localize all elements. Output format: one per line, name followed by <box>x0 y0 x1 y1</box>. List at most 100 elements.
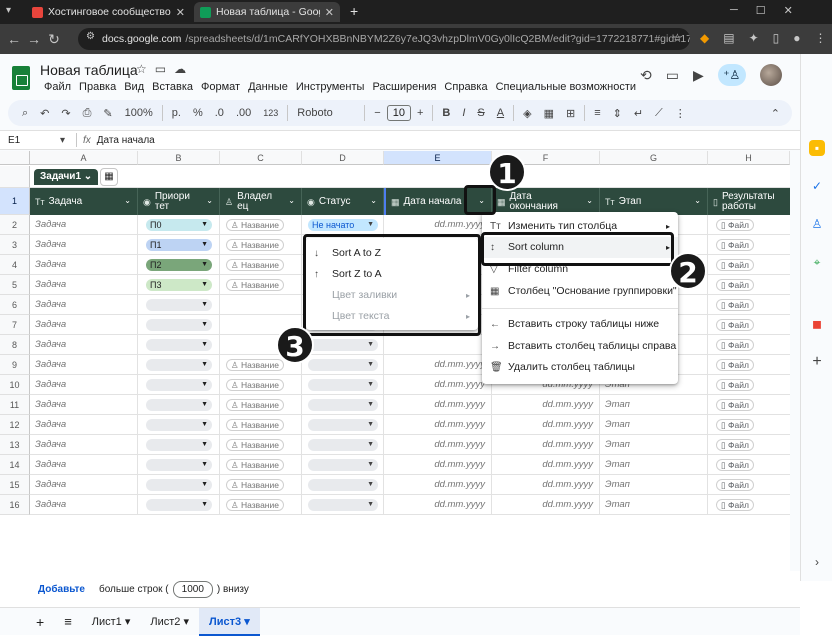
table-cell[interactable]: ▯ Файл <box>708 255 790 275</box>
row-header[interactable]: 15 <box>0 475 30 495</box>
table-cell[interactable]: dd.mm.yyyy <box>384 475 492 495</box>
table-cell[interactable]: ▯ Файл <box>708 295 790 315</box>
table-cell[interactable]: П1 ▼ <box>138 235 220 255</box>
owner-chip[interactable]: ♙ Название <box>226 219 284 231</box>
row-header[interactable]: 2 <box>0 215 30 235</box>
menu-tools[interactable]: Инструменты <box>292 81 369 93</box>
profile-icon[interactable]: ● <box>793 31 800 45</box>
column-head-task[interactable]: Тт Задача ⌄ <box>30 188 138 215</box>
table-cell[interactable]: Задача <box>30 415 138 435</box>
column-header-g[interactable]: G <box>600 151 708 165</box>
menu-accessibility[interactable]: Специальные возможности <box>492 81 640 93</box>
increase-decimal-button[interactable]: .00 <box>230 107 257 119</box>
row-header[interactable]: 11 <box>0 395 30 415</box>
status-chip[interactable]: ▼ <box>308 499 378 511</box>
table-cell[interactable]: Задача <box>30 475 138 495</box>
priority-chip[interactable]: ▼ <box>146 459 212 471</box>
owner-chip[interactable]: ♙ Название <box>226 479 284 491</box>
table-cell[interactable]: ▯ Файл <box>708 415 790 435</box>
column-head-results[interactable]: ▯ Результаты работы <box>708 188 790 215</box>
text-color-button[interactable]: A <box>491 107 510 119</box>
print-icon[interactable]: ⎙ <box>77 107 98 120</box>
table-cell[interactable]: ▼ <box>302 395 384 415</box>
table-cell[interactable]: dd.mm.yyyy <box>492 435 600 455</box>
fill-color-icon[interactable]: ◈ <box>517 107 537 120</box>
keep-icon[interactable]: ▪ <box>809 140 825 156</box>
office-addon-icon[interactable]: ◼ <box>809 316 825 332</box>
url-field[interactable]: ⚙ docs.google.com/spreadsheets/d/1mCARfY… <box>78 28 690 50</box>
avatar[interactable] <box>759 64 782 86</box>
table-cell[interactable]: ▼ <box>138 415 220 435</box>
table-cell[interactable] <box>220 295 302 315</box>
table-cell[interactable]: ▯ Файл <box>708 335 790 355</box>
extensions-puzzle-icon[interactable]: ✦ <box>749 31 759 45</box>
table-cell[interactable]: Этап <box>600 435 708 455</box>
chevron-down-icon[interactable]: ⌄ <box>288 196 295 206</box>
comments-icon[interactable]: ▭ <box>666 67 679 84</box>
table-cell[interactable]: ▯ Файл <box>708 455 790 475</box>
table-cell[interactable]: dd.mm.yyyy <box>384 355 492 375</box>
site-info-icon[interactable]: ⚙ <box>86 31 95 42</box>
chrome-menu-icon[interactable]: ⋮ <box>815 31 827 45</box>
sheet-tab-3[interactable]: Лист3 ▾ <box>199 607 260 636</box>
table-cell[interactable]: Задача <box>30 375 138 395</box>
column-header-e[interactable]: E <box>384 151 492 165</box>
table-cell[interactable]: ▼ <box>138 335 220 355</box>
zoom-select[interactable]: 100% <box>119 107 159 119</box>
table-cell[interactable]: ♙ Название <box>220 495 302 515</box>
text-wrap-icon[interactable]: ↵ <box>628 107 649 120</box>
sheet-tab-2[interactable]: Лист2 ▾ <box>140 608 199 636</box>
table-cell[interactable]: Задача <box>30 355 138 375</box>
table-cell[interactable]: ♙ Название <box>220 235 302 255</box>
file-chip[interactable]: ▯ Файл <box>716 419 754 431</box>
document-title[interactable]: Новая таблица <box>40 62 138 78</box>
table-cell[interactable]: ▼ <box>302 435 384 455</box>
table-cell[interactable]: ♙ Название <box>220 395 302 415</box>
table-cell[interactable]: ▼ <box>138 355 220 375</box>
minimize-icon[interactable]: ─ <box>730 4 738 17</box>
owner-chip[interactable]: ♙ Название <box>226 239 284 251</box>
menu-extensions[interactable]: Расширения <box>368 81 440 93</box>
column-head-stage[interactable]: Тт Этап ⌄ <box>600 188 708 215</box>
undo-icon[interactable]: ↶ <box>34 107 55 120</box>
table-cell[interactable]: dd.mm.yyyy <box>492 415 600 435</box>
table-cell[interactable]: ♙ Название <box>220 255 302 275</box>
table-cell[interactable]: ▼ <box>138 475 220 495</box>
chevron-down-icon[interactable]: ⌄ <box>370 196 377 206</box>
table-cell[interactable]: ▼ <box>138 495 220 515</box>
table-cell[interactable]: dd.mm.yyyy <box>384 375 492 395</box>
file-chip[interactable]: ▯ Файл <box>716 459 754 471</box>
table-cell[interactable]: ▼ <box>302 375 384 395</box>
close-tab-icon[interactable]: ✕ <box>325 6 334 19</box>
menu-item-insert-row-below[interactable]: ← Вставить строку таблицы ниже <box>482 314 678 335</box>
sheet-tab-1[interactable]: Лист1 ▾ <box>82 608 141 636</box>
table-cell[interactable]: dd.mm.yyyy <box>492 395 600 415</box>
move-folder-icon[interactable]: ▭ <box>155 62 166 76</box>
chevron-down-icon[interactable]: ⌄ <box>124 196 131 206</box>
file-chip[interactable]: ▯ Файл <box>716 499 754 511</box>
new-tab-button[interactable]: + <box>350 3 358 19</box>
font-size-field[interactable]: 10 <box>386 105 411 121</box>
file-chip[interactable]: ▯ Файл <box>716 239 754 251</box>
tasks-icon[interactable]: ✓ <box>809 178 825 194</box>
strikethrough-button[interactable]: S <box>471 107 490 119</box>
add-addon-icon[interactable]: + <box>809 354 825 370</box>
status-chip[interactable]: ▼ <box>308 339 378 351</box>
table-cell[interactable]: Задача <box>30 215 138 235</box>
reload-icon[interactable]: ↻ <box>44 31 64 48</box>
table-cell[interactable]: ▼ <box>138 315 220 335</box>
file-chip[interactable]: ▯ Файл <box>716 359 754 371</box>
contacts-icon[interactable]: ♙ <box>809 216 825 232</box>
row-header[interactable]: 8 <box>0 335 30 355</box>
table-cell[interactable]: ▯ Файл <box>708 355 790 375</box>
status-chip[interactable]: Не начато ▼ <box>308 219 378 231</box>
table-cell[interactable]: П2 ▼ <box>138 255 220 275</box>
all-sheets-button[interactable]: ≡ <box>54 608 82 636</box>
table-cell[interactable]: dd.mm.yyyy <box>384 415 492 435</box>
priority-chip[interactable]: ▼ <box>146 499 212 511</box>
menu-file[interactable]: Файл <box>40 81 75 93</box>
status-chip[interactable]: ▼ <box>308 399 378 411</box>
browser-tab-2[interactable]: Новая таблица - Google Табл ✕ <box>194 2 340 22</box>
close-window-icon[interactable]: ✕ <box>784 4 793 17</box>
table-cell[interactable]: ▯ Файл <box>708 375 790 395</box>
